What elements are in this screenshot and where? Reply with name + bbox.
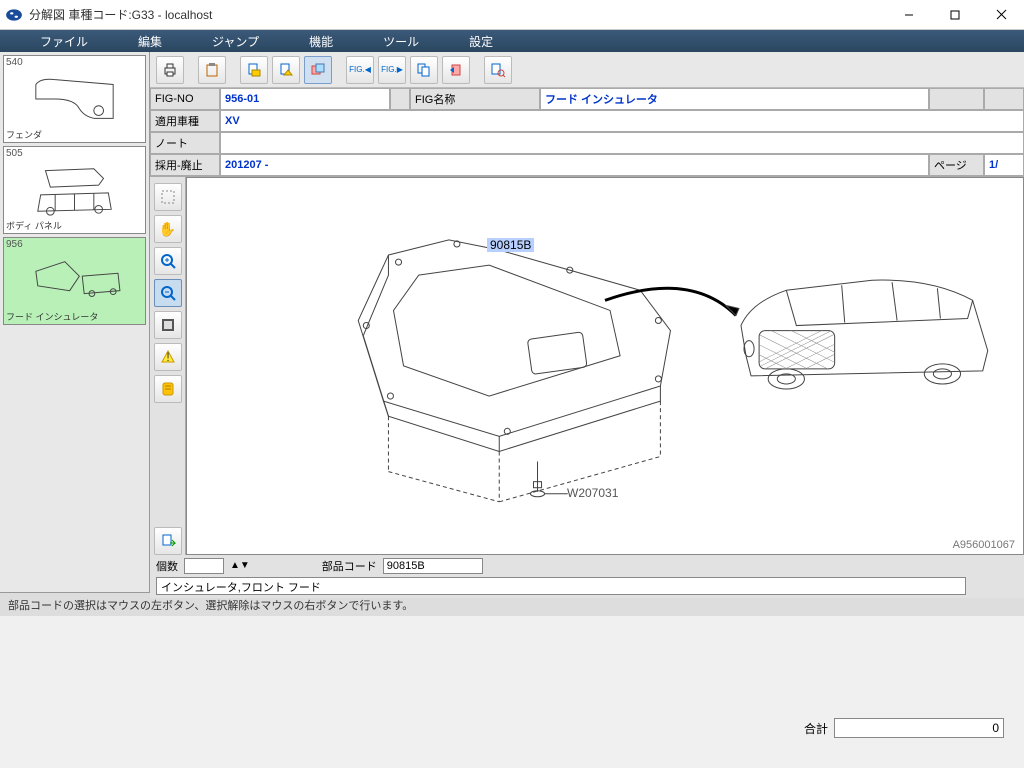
zoom-in-button[interactable] [154, 247, 182, 275]
note-button[interactable] [154, 375, 182, 403]
tool-copy-button[interactable] [410, 56, 438, 84]
warning-button[interactable]: ! [154, 343, 182, 371]
app-logo-icon [5, 6, 23, 24]
model-label: 適用車種 [150, 110, 220, 132]
thumb-956[interactable]: 956 フード インシュレータ [3, 237, 146, 325]
total-value [834, 718, 1004, 738]
diagram-ref: A956001067 [953, 539, 1015, 551]
thumb-preview [14, 252, 135, 310]
print-button[interactable] [156, 56, 184, 84]
select-tool[interactable] [154, 183, 182, 211]
partcode-input[interactable] [383, 558, 483, 574]
svg-text:!: ! [166, 350, 169, 364]
tool-return-button[interactable] [442, 56, 470, 84]
note-value [220, 132, 1024, 154]
bottom-panel: 個数 ▲▼ 部品コード インシュレータ,フロント フード [150, 555, 1024, 598]
window-title: 分解図 車種コード:G33 - localhost [29, 6, 886, 23]
partcode-label: 部品コード [322, 558, 377, 574]
thumbnail-sidebar: 540 フェンダ 505 ボディ パネル 956 フード インシュレータ [0, 52, 150, 592]
fit-button[interactable] [154, 311, 182, 339]
model-value: XV [220, 110, 1024, 132]
thumb-505[interactable]: 505 ボディ パネル [3, 146, 146, 234]
menu-edit[interactable]: 編集 [113, 33, 187, 50]
menu-tool[interactable]: ツール [358, 33, 444, 50]
adoption-label: 採用-廃止 [150, 154, 220, 176]
export-button[interactable] [154, 527, 182, 555]
part-callout-label: W207031 [567, 486, 618, 500]
adoption-value: 201207 - [220, 154, 929, 176]
page-value: 1/ [984, 154, 1024, 176]
figname-value: フード インシュレータ [540, 88, 929, 110]
figno-label: FIG-NO [150, 88, 220, 110]
thumb-540[interactable]: 540 フェンダ [3, 55, 146, 143]
page-label: ページ [929, 154, 984, 176]
pan-tool[interactable]: ✋ [154, 215, 182, 243]
info-panel: FIG-NO 956-01 FIG名称 フード インシュレータ 適用車種 XV … [150, 88, 1024, 177]
qty-input[interactable] [184, 558, 224, 574]
thumb-preview [14, 70, 135, 128]
menu-jump[interactable]: ジャンプ [187, 33, 284, 50]
maximize-button[interactable] [932, 0, 978, 30]
minimize-button[interactable] [886, 0, 932, 30]
fig-prev-button[interactable]: FIG.◀ [346, 56, 374, 84]
clipboard-button[interactable] [198, 56, 226, 84]
menu-file[interactable]: ファイル [15, 33, 113, 50]
tool-doc2-button[interactable] [272, 56, 300, 84]
part-highlight-label[interactable]: 90815B [487, 238, 534, 252]
close-button[interactable] [978, 0, 1024, 30]
menu-settings[interactable]: 設定 [444, 33, 518, 50]
fig-next-button[interactable]: FIG.▶ [378, 56, 406, 84]
menu-function[interactable]: 機能 [284, 33, 358, 50]
qty-label: 個数 [156, 558, 178, 574]
tool-search-button[interactable] [484, 56, 512, 84]
note-label: ノート [150, 132, 220, 154]
menubar: ファイル 編集 ジャンプ 機能 ツール 設定 [0, 30, 1024, 52]
figname-label: FIG名称 [410, 88, 540, 110]
totals-row: 合計 [804, 718, 1004, 738]
zoom-out-button[interactable] [154, 279, 182, 307]
total-label: 合計 [804, 720, 828, 737]
figno-value: 956-01 [220, 88, 390, 110]
tool-doc1-button[interactable] [240, 56, 268, 84]
thumb-preview [14, 161, 135, 219]
view-toolbar: ✋ ! [150, 177, 186, 555]
part-description: インシュレータ,フロント フード [156, 577, 966, 595]
diagram-canvas[interactable]: 90815B W207031 A956001067 [186, 177, 1024, 555]
main-toolbar: FIG.◀ FIG.▶ [150, 52, 1024, 88]
tool-layers-button[interactable] [304, 56, 332, 84]
